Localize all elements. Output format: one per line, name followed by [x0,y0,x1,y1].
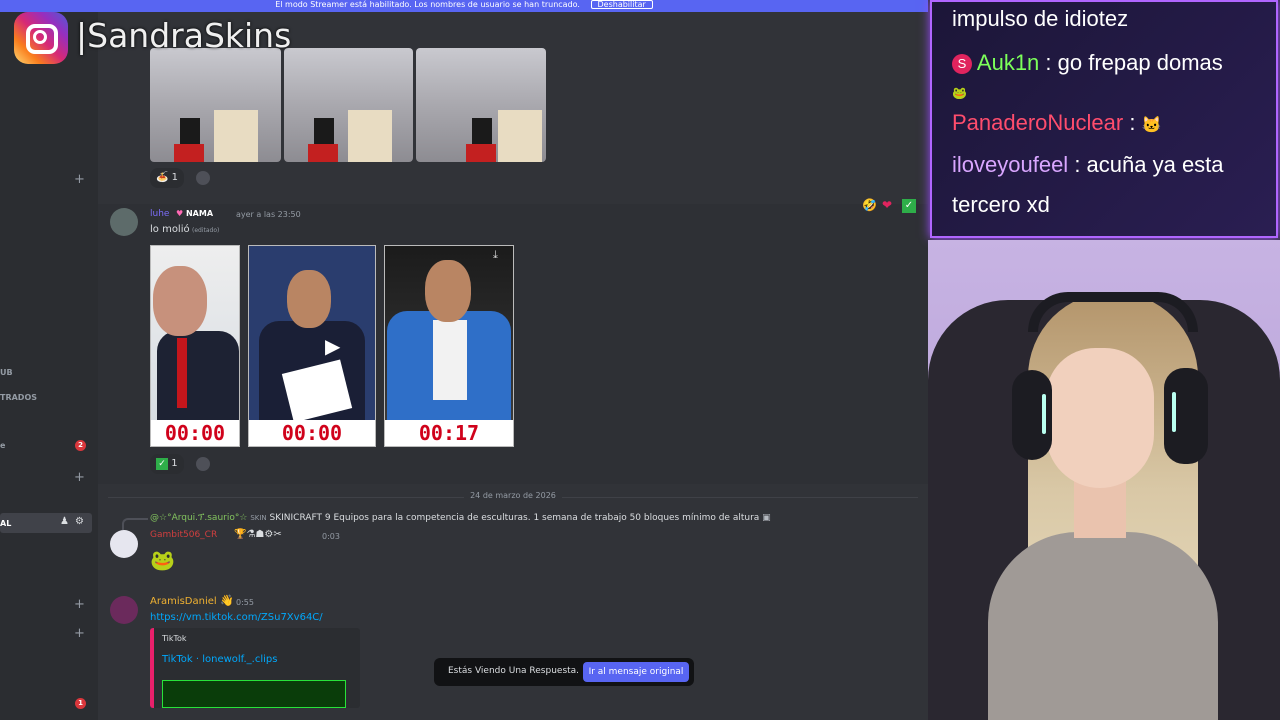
avatar[interactable] [110,596,138,624]
sub-badge-icon: S [952,54,972,74]
add-channel-icon[interactable]: + [74,470,85,485]
instagram-logo-icon [14,12,68,64]
laugh-emoji-icon[interactable]: 🤣 [862,198,877,212]
sticker-pepe-icon: 🐸 [150,548,175,572]
add-reaction-icon[interactable] [196,171,210,185]
server-sidebar: + UB TRADOS e 2 + AL ♟ ⚙ + + 1 [0,0,98,720]
chat-message: S Auk1n : go frepap domas [952,50,1223,76]
role-label: NAMA [185,209,214,218]
message-timestamp[interactable]: ayer a las 23:50 [236,210,301,219]
chat-username: Auk1n [976,50,1040,75]
avatar[interactable] [110,208,138,236]
message-username[interactable]: AramisDaniel [150,596,217,607]
reply-notice-text: Estás Viendo Una Respuesta. [448,666,580,676]
message-text: lo molió [150,224,190,235]
reaction-emoji-icon: 🍝 [156,172,169,183]
chat-text: : [1129,110,1136,135]
embed-title[interactable]: TikTok · lonewolf._.clips [162,654,277,665]
active-channel[interactable]: AL ♟ ⚙ [0,513,92,533]
reaction-count: 1 [171,172,179,183]
image-icon: ▣ [762,513,771,523]
streamer-mode-banner: El modo Streamer está habilitado. Los no… [0,0,928,12]
date-divider: 24 de marzo de 2026 [98,491,928,503]
embed-thumbnail[interactable] [162,680,346,708]
download-icon[interactable]: ⤓ [493,248,498,262]
reaction-button[interactable]: ✓ 1 [150,454,184,474]
edited-label: (editado) [192,227,220,234]
video-timer: 00:17 [385,420,513,446]
message-timestamp[interactable]: 0:03 [322,532,340,541]
avatar[interactable] [110,530,138,558]
reaction-button[interactable]: 🍝 1 [150,168,185,188]
disable-streamer-button[interactable]: Deshabilitar [590,0,653,9]
chat-message: PanaderoNuclear : 🐱 [952,110,1162,136]
message-timestamp[interactable]: 0:55 [236,598,254,607]
mention-badge: 2 [75,440,86,451]
message-reactions-toolbar[interactable]: 🤣 ❤ ✓ [862,198,920,216]
link-embed: TikTok TikTok · lonewolf._.clips [150,628,360,708]
video-panel[interactable]: 00:00 [150,245,240,447]
reaction-count: 1 [171,458,178,469]
go-to-original-button[interactable]: Ir al mensaje original [583,662,689,682]
chat-text: : go frepap domas [1045,50,1223,75]
video-timer: 00:00 [151,420,239,446]
user-badge-icon: 👋 [220,594,234,607]
reply-text: SKINICRAFT 9 Equipos para la competencia… [269,513,760,523]
chat-message: impulso de idiotez [952,6,1129,31]
reply-connector [122,518,148,530]
reply-preview[interactable]: @☆°Arqui.ፕ.saurio°☆ SKIN SKINICRAFT 9 Eq… [150,513,771,523]
attachment-image[interactable] [150,48,281,162]
chat-username: iloveyoufeel [952,152,1069,177]
play-icon[interactable]: ▶ [325,334,340,358]
chat-message: iloveyoufeel : acuña ya esta [952,152,1224,178]
role-tag: ♥ NAMA [176,209,213,218]
add-channel-icon[interactable]: + [74,626,85,641]
heart-icon: ♥ [176,209,184,218]
embed-provider: TikTok [162,634,187,643]
check-emoji-icon: ✓ [156,458,168,470]
attachment-image[interactable] [416,48,546,162]
pepe-emote-icon: 🐸 [952,86,967,100]
chat-message: tercero xd [952,192,1050,217]
mention-badge: 1 [75,698,86,709]
date-label: 24 de marzo de 2026 [464,491,562,500]
sidebar-category-label[interactable]: UB [0,368,13,377]
message-username[interactable]: luhe [150,209,169,219]
check-emoji-icon[interactable]: ✓ [902,199,916,213]
user-badges: 🏆⚗☗⚙✂ [234,529,282,540]
active-channel-label: AL [0,519,12,528]
add-reaction-icon[interactable] [196,457,210,471]
reply-tag: SKIN [250,514,267,522]
tiktok-link[interactable]: https://vm.tiktok.com/ZSu7Xv64C/ [150,612,323,623]
webcam-feed [928,240,1280,720]
add-channel-icon[interactable]: + [74,597,85,612]
sidebar-category-label[interactable]: TRADOS [0,393,37,402]
banner-text: El modo Streamer está habilitado. Los no… [275,0,580,9]
heart-icon[interactable]: ❤ [882,198,892,212]
message-username[interactable]: Gambit506_CR [150,530,217,540]
chat-username: PanaderoNuclear [952,110,1124,135]
attachment-image[interactable] [284,48,413,162]
video-panel[interactable]: ⤓ 00:17 [384,245,514,447]
video-timer: 00:00 [249,420,375,446]
stream-chat-overlay: impulso de idiotez S Auk1n : go frepap d… [930,0,1278,238]
reply-notice-bar: Estás Viendo Una Respuesta. Ir al mensaj… [434,658,694,686]
reply-username[interactable]: @☆°Arqui.ፕ.saurio°☆ [150,513,247,523]
chat-text: : acuña ya esta [1074,152,1224,177]
sidebar-channel-label[interactable]: e [0,441,5,450]
add-channel-icon[interactable]: + [74,172,85,187]
cat-emote-icon: 🐱 [1141,117,1162,134]
members-icon[interactable]: ♟ [60,516,69,527]
video-panel[interactable]: ▶ 00:00 [248,245,376,447]
gear-icon[interactable]: ⚙ [75,516,84,527]
streamer-handle: |SandraSkins [76,16,292,55]
